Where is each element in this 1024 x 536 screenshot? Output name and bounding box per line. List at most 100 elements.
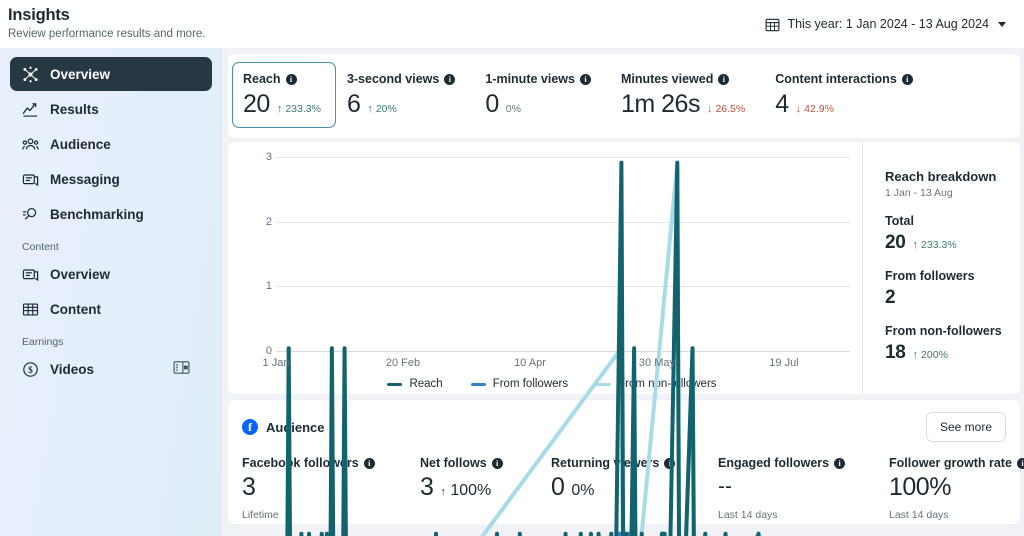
chart-x-tick: 10 Apr xyxy=(514,357,546,369)
breakdown-value: 20 xyxy=(885,232,906,253)
insights-page: Insights Review performance results and … xyxy=(0,0,1024,536)
chart-y-tick: 1 xyxy=(265,280,272,293)
sidebar-item-content-overview[interactable]: Overview xyxy=(10,257,212,291)
metric-value: 100% xyxy=(889,473,951,501)
breakdown-label: From non-followers xyxy=(885,324,1002,338)
metric-delta: ↓ 26.5% xyxy=(707,103,745,115)
sidebar-item-label: Overview xyxy=(50,66,111,82)
metric-minutes-viewed[interactable]: Minutes viewed i 1m 26s ↓ 26.5% xyxy=(610,62,764,128)
chart-x-tick: 20 Feb xyxy=(385,357,421,369)
content-table-icon xyxy=(22,301,39,318)
page-subtitle: Review performance results and more. xyxy=(8,28,206,40)
breakdown-delta: ↑ 233.3% xyxy=(913,239,957,251)
breakdown-row-from-non-followers: From non-followers 18 ↑ 200% xyxy=(885,323,1010,364)
metric-value-row: 1m 26s ↓ 26.5% xyxy=(621,89,745,119)
metric-delta-value: 42.9% xyxy=(804,103,834,115)
sidebar-item-benchmarking[interactable]: Benchmarking xyxy=(10,197,212,231)
messaging-chat-icon xyxy=(22,171,39,188)
metric-value-row: 20 ↑ 233.3% xyxy=(243,89,321,119)
sidebar-item-audience[interactable]: Audience xyxy=(10,127,212,161)
facebook-icon: f xyxy=(242,419,258,435)
sidebar-group-content: Content xyxy=(22,241,59,253)
metric-delta: ↑ 20% xyxy=(367,103,397,115)
metric-delta-value: 0% xyxy=(505,103,521,115)
chart-series-svg xyxy=(276,154,850,536)
breakdown-row-total: Total 20 ↑ 233.3% xyxy=(885,213,1010,254)
metric-3-second-views[interactable]: 3-second views i 6 ↑ 20% xyxy=(336,62,474,128)
info-icon[interactable]: i xyxy=(444,73,456,85)
metric-content-interactions[interactable]: Content interactions i 4 ↓ 42.9% xyxy=(764,62,932,128)
metric-label-row: Content interactions i xyxy=(775,71,913,87)
date-range-picker[interactable]: This year: 1 Jan 2024 - 13 Aug 2024 xyxy=(761,13,1010,36)
metric-value: 6 xyxy=(346,90,361,118)
chart-x-tick: 19 Jul xyxy=(769,357,799,369)
chart-x-tick: 1 Jan xyxy=(262,357,290,369)
earnings-dollar-icon: $ xyxy=(22,361,39,378)
see-more-button[interactable]: See more xyxy=(925,412,1006,442)
metric-label: 3-second views xyxy=(346,72,440,86)
main-content: Reach i 20 ↑ 233.3% 3-second views i 6 ↑… xyxy=(222,48,1024,536)
metric-value-row: 4 ↓ 42.9% xyxy=(775,89,913,119)
metrics-list: Reach i 20 ↑ 233.3% 3-second views i 6 ↑… xyxy=(232,62,1020,128)
page-header: Insights Review performance results and … xyxy=(0,0,1024,48)
metric-label: Follower growth rate xyxy=(889,456,1012,470)
sidebar-item-results[interactable]: Results xyxy=(10,92,212,126)
chart-plot: 0 1 2 3 xyxy=(248,151,856,357)
metric-value-row: 6 ↑ 20% xyxy=(347,89,455,119)
info-icon[interactable]: i xyxy=(1016,457,1024,469)
panel-collapse-icon[interactable] xyxy=(171,357,191,377)
metric-delta: ↑ 233.3% xyxy=(277,103,321,115)
page-body: Overview Results Audience Messaging Benc… xyxy=(0,48,1024,536)
metric-1-minute-views[interactable]: 1-minute views i 0 0% xyxy=(474,62,610,128)
info-icon[interactable]: i xyxy=(901,73,913,85)
sidebar-item-content[interactable]: Content xyxy=(10,292,212,326)
metric-value: 1m 26s xyxy=(620,90,700,118)
sidebar-item-label: Benchmarking xyxy=(50,206,144,222)
breakdown-value: 18 xyxy=(885,342,906,363)
metric-label: 1-minute views xyxy=(485,72,575,86)
chart-y-axis: 0 1 2 3 xyxy=(248,151,274,357)
chart-x-axis: 1 Jan 20 Feb 10 Apr 30 May 19 Jul xyxy=(263,354,850,374)
sidebar-item-messaging[interactable]: Messaging xyxy=(10,162,212,196)
chart-y-tick: 3 xyxy=(265,151,272,163)
sidebar-item-label: Results xyxy=(50,101,99,117)
metric-value-row: 100% xyxy=(889,472,1024,502)
breakdown-label: Total xyxy=(885,214,914,228)
overview-nodes-icon xyxy=(22,66,39,83)
breakdown-value-row: 20 ↑ 233.3% xyxy=(885,231,1010,254)
info-icon[interactable]: i xyxy=(579,73,591,85)
content-overview-icon xyxy=(22,266,39,283)
metric-value: 20 xyxy=(243,90,270,118)
sidebar-item-label: Messaging xyxy=(50,171,120,187)
reach-breakdown-panel: Reach breakdown 1 Jan - 13 Aug Total 20 … xyxy=(862,142,1020,394)
chart-area: 0123 1 Jan 20 Feb 10 Apr 30 May 19 Jul Reach… xyxy=(228,142,862,394)
chart-x-tick: 30 May xyxy=(638,357,676,369)
breakdown-title: Reach breakdown xyxy=(885,169,997,184)
metrics-strip: Reach i 20 ↑ 233.3% 3-second views i 6 ↑… xyxy=(228,54,1020,138)
arrow-down-icon: ↓ xyxy=(706,103,713,115)
results-chart-icon xyxy=(22,101,39,118)
metric-label-row: Minutes viewed i xyxy=(621,71,745,87)
metric-note: Last 14 days xyxy=(889,509,949,521)
breakdown-value-row: 2 xyxy=(885,286,1010,309)
metric-delta: ↓ 42.9% xyxy=(796,103,834,115)
info-icon[interactable]: i xyxy=(718,73,730,85)
metric-delta: 0% xyxy=(506,103,521,115)
metric-delta-value: 233.3% xyxy=(285,103,321,115)
info-icon[interactable]: i xyxy=(285,73,297,85)
sidebar-item-label: Overview xyxy=(50,266,111,282)
arrow-up-icon: ↑ xyxy=(276,103,283,115)
sidebar-item-label: Videos xyxy=(50,361,95,377)
reach-chart-card: 0 1 2 3 1 Jan 20 Feb 10 Apr 30 May 19 Jul Reach… xyxy=(228,142,1020,394)
metric-label: Minutes viewed xyxy=(620,72,714,86)
breakdown-row-from-followers: From followers 2 xyxy=(885,268,1010,309)
metric-label-row: Follower growth rate i xyxy=(889,456,1024,470)
metric-value: 0 xyxy=(485,90,499,118)
sidebar-item-overview[interactable]: Overview xyxy=(10,57,212,91)
page-title: Insights xyxy=(8,6,70,24)
audience-metric-follower-growth-rate: Follower growth rate i 100% Last 14 days xyxy=(889,456,1024,521)
metric-reach[interactable]: Reach i 20 ↑ 233.3% xyxy=(232,62,336,128)
chevron-down-icon xyxy=(998,21,1006,27)
metric-delta-value: 26.5% xyxy=(715,103,746,115)
date-range-label: This year: 1 Jan 2024 - 13 Aug 2024 xyxy=(787,17,989,31)
